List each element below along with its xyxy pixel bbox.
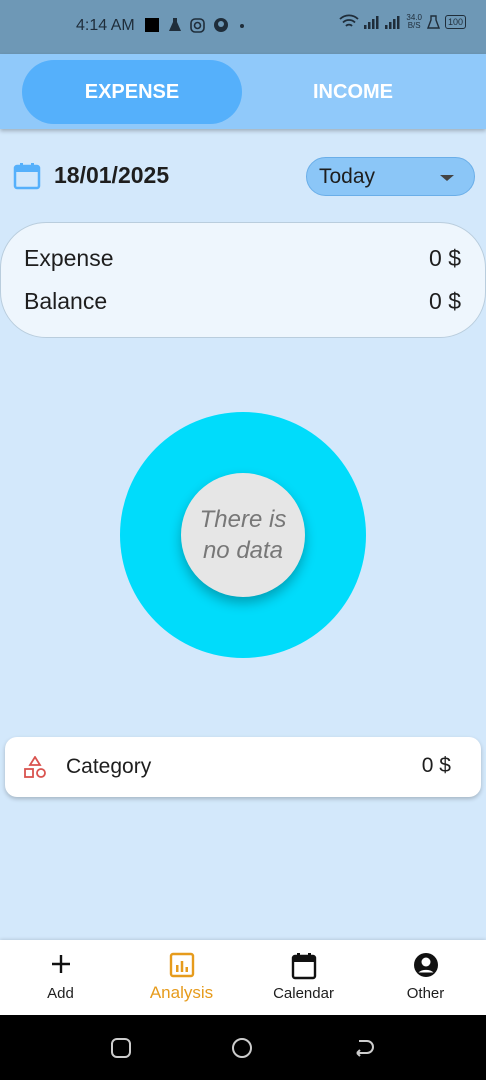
dot-icon [240, 24, 244, 28]
instagram-icon [190, 17, 205, 33]
account-circle-icon [413, 953, 438, 977]
nav-calendar[interactable]: Calendar [243, 940, 364, 1015]
selected-date[interactable]: 18/01/2025 [54, 162, 169, 189]
plus-icon [51, 955, 70, 973]
home-icon[interactable] [231, 1037, 253, 1059]
nav-add-label: Add [47, 985, 74, 1002]
chevron-down-icon [440, 175, 454, 181]
nav-other-label: Other [406, 985, 445, 1002]
system-icons: 34.0 B/S 100 [339, 14, 466, 30]
period-dropdown[interactable]: Today [306, 157, 475, 196]
signal-icon-2 [385, 16, 400, 29]
system-nav-bar [0, 1015, 486, 1080]
net-speed: 34.0 B/S [406, 14, 422, 30]
expense-value: 0 $ [429, 245, 461, 271]
calendar-nav-icon [291, 953, 316, 980]
app-square-icon [145, 18, 159, 32]
date-row: 18/01/2025 Today [0, 150, 486, 200]
balance-summary-row: Balance 0 $ [24, 288, 461, 315]
status-time: 4:14 AM [76, 17, 135, 34]
tab-expense[interactable]: EXPENSE [22, 60, 242, 124]
nav-analysis[interactable]: Analysis [121, 940, 242, 1015]
net-speed-unit: B/S [407, 21, 421, 30]
signal-icon [364, 16, 379, 29]
donut-chart: There is no data [120, 412, 366, 658]
type-tab-bar: EXPENSE INCOME [0, 54, 486, 129]
wifi-icon [339, 14, 360, 27]
recent-apps-icon[interactable] [110, 1037, 132, 1059]
github-icon [214, 18, 228, 32]
analysis-icon [169, 952, 194, 978]
calendar-icon[interactable] [13, 162, 41, 190]
notification-icons [144, 17, 247, 33]
nav-calendar-label: Calendar [273, 985, 334, 1002]
category-row[interactable]: Category 0 $ [5, 737, 481, 797]
balance-label: Balance [24, 288, 108, 314]
category-value: 0 $ [421, 754, 451, 777]
expense-summary-row: Expense 0 $ [24, 245, 461, 272]
back-icon[interactable] [353, 1037, 375, 1059]
balance-value: 0 $ [429, 288, 461, 314]
nav-other[interactable]: Other [365, 940, 486, 1015]
flask-icon [169, 18, 181, 31]
empty-chart-message: There is no data [181, 473, 305, 597]
battery-indicator: 100 [444, 15, 466, 29]
category-icon [24, 756, 46, 778]
tab-income[interactable]: INCOME [243, 60, 463, 124]
flask-status-icon [426, 15, 440, 29]
nav-add[interactable]: Add [0, 940, 121, 1015]
expense-label: Expense [24, 245, 114, 271]
status-bar: 4:14 AM 34.0 B/S 100 [0, 0, 486, 54]
category-name: Category [66, 755, 152, 778]
nav-analysis-label: Analysis [149, 983, 214, 1002]
period-dropdown-value: Today [319, 165, 376, 188]
bottom-nav: Add Analysis Calendar Other [0, 940, 486, 1015]
summary-card: Expense 0 $ Balance 0 $ [0, 222, 486, 338]
